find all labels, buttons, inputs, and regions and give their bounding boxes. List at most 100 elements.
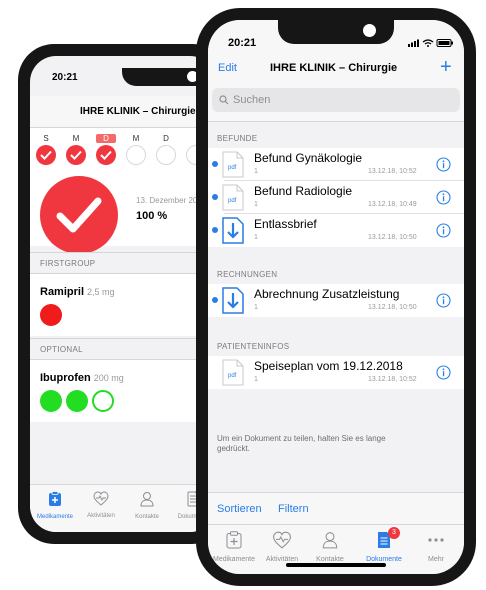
status-time: 20:21 xyxy=(228,37,257,49)
info-icon xyxy=(436,365,451,380)
document-row[interactable]: pdf Speiseplan vom 19.12.2018 1 13.12.18… xyxy=(208,356,464,389)
tab-label: Mehr xyxy=(428,556,444,563)
pill-open-green[interactable] xyxy=(92,390,114,412)
medication-name: Ibuprofen xyxy=(40,372,91,384)
document-count: 1 xyxy=(254,304,258,311)
tab-dokumente[interactable]: 3 Dokumente xyxy=(358,527,410,563)
search-input[interactable]: Suchen xyxy=(212,88,460,112)
document-title: Befund Gynäkologie xyxy=(254,151,363,165)
filter-button[interactable]: Filtern xyxy=(278,503,309,515)
document-date: 13.12.18, 10:52 xyxy=(368,376,417,383)
document-title: Befund Radiologie xyxy=(254,184,353,198)
tab-aktivitaeten[interactable]: Aktivitäten xyxy=(78,491,124,519)
document-title: Entlassbrief xyxy=(254,217,317,231)
camera-icon xyxy=(363,24,376,37)
nav-title: IHRE KLINIK – Chirurgie xyxy=(270,62,398,74)
section-header: RECHNUNGEN xyxy=(208,258,464,284)
document-title: Abrechnung Zusatzleistung xyxy=(254,287,400,301)
front-phone-screen: 20:21 Edit IHRE KLINIK – Chirurgie + Suc… xyxy=(208,20,464,574)
tab-label: Kontakte xyxy=(135,514,159,520)
document-date: 13.12.18, 10:52 xyxy=(368,168,417,175)
info-icon xyxy=(436,293,451,308)
tab-medikamente[interactable]: Medikamente xyxy=(208,531,260,563)
section-header: OPTIONAL xyxy=(30,338,216,360)
home-indicator[interactable] xyxy=(286,563,386,567)
tab-kontakte[interactable]: Kontakte xyxy=(304,531,356,563)
unread-dot-icon xyxy=(212,227,218,233)
more-icon xyxy=(428,538,444,542)
document-count: 1 xyxy=(254,234,258,241)
nav-title: IHRE KLINIK – Chirurgie xyxy=(80,106,196,117)
navigation-bar: Edit IHRE KLINIK – Chirurgie + xyxy=(208,56,464,84)
medication-icon xyxy=(49,491,61,506)
tab-label: Aktivitäten xyxy=(87,513,115,519)
medication-dose: 2,5 mg xyxy=(87,287,115,297)
unread-dot-icon xyxy=(212,161,218,167)
info-icon xyxy=(436,190,451,205)
person-icon xyxy=(140,492,154,507)
day-done-checkmark[interactable] xyxy=(96,145,116,165)
navigation-bar: IHRE KLINIK – Chirurgie xyxy=(30,96,216,128)
tab-mehr[interactable]: Mehr xyxy=(410,531,462,563)
pill-taken-red[interactable] xyxy=(40,304,62,326)
share-hint: Um ein Dokument zu teilen, halten Sie es… xyxy=(217,434,386,453)
tab-medikamente[interactable]: Medikamente xyxy=(32,491,78,520)
day-done-checkmark[interactable] xyxy=(66,145,86,165)
svg-text:pdf: pdf xyxy=(228,165,237,171)
edit-button[interactable]: Edit xyxy=(218,62,237,74)
medication-dose: 200 mg xyxy=(93,373,124,383)
document-row[interactable]: pdf Befund Radiologie 1 13.12.18, 10:49 xyxy=(208,181,464,214)
tab-bar: Medikamente Aktivitäten Kontakte Dokumen… xyxy=(30,484,216,532)
phone-notch xyxy=(278,20,394,44)
medication-icon xyxy=(226,531,242,549)
medication-name: Ramipril xyxy=(40,286,85,298)
document-date: 13.12.18, 10:50 xyxy=(368,304,417,311)
big-checkmark-icon xyxy=(40,176,118,254)
day-label: M xyxy=(132,134,140,143)
document-count: 1 xyxy=(254,201,258,208)
document-title: Speiseplan vom 19.12.2018 xyxy=(254,359,403,373)
tab-label: Medikamente xyxy=(212,556,256,563)
pill-taken-green[interactable] xyxy=(40,390,62,412)
medication-row[interactable]: Ibuprofen 200 mg xyxy=(30,360,216,422)
day-label: D xyxy=(163,134,169,143)
day-done-checkmark[interactable] xyxy=(36,145,56,165)
medication-row[interactable]: Ramipril 2,5 mg xyxy=(30,274,216,336)
pdf-file-icon: pdf xyxy=(222,184,244,211)
document-row[interactable]: Entlassbrief 1 13.12.18, 10:50 xyxy=(208,214,464,247)
tab-label: Medikamente xyxy=(36,514,74,520)
completion-percent: 100 % xyxy=(136,210,168,222)
section-title: BEFUNDE xyxy=(217,134,258,143)
pill-taken-green[interactable] xyxy=(66,390,88,412)
day-open-circle[interactable] xyxy=(126,145,146,165)
day-label: M xyxy=(72,134,80,143)
download-file-icon xyxy=(222,287,244,314)
day-open-circle[interactable] xyxy=(156,145,176,165)
document-date: 13.12.18, 10:49 xyxy=(368,201,417,208)
search-bar: Suchen xyxy=(208,84,464,122)
unread-dot-icon xyxy=(212,194,218,200)
section-header: BEFUNDE xyxy=(208,122,464,148)
document-count: 1 xyxy=(254,376,258,383)
day-label-active: D xyxy=(96,134,116,143)
section-title: RECHNUNGEN xyxy=(217,270,278,279)
heart-icon xyxy=(273,531,291,549)
heart-icon xyxy=(93,491,109,506)
pdf-file-icon: pdf xyxy=(222,151,244,178)
info-icon xyxy=(436,157,451,172)
unread-dot-icon xyxy=(212,297,218,303)
status-icons xyxy=(408,39,453,47)
tab-label: Aktivitäten xyxy=(265,556,299,563)
tab-aktivitaeten[interactable]: Aktivitäten xyxy=(256,531,308,563)
document-date: 13.12.18, 10:50 xyxy=(368,234,417,241)
add-icon[interactable]: + xyxy=(440,57,452,77)
status-time: 20:21 xyxy=(52,72,78,83)
document-row[interactable]: Abrechnung Zusatzleistung 1 13.12.18, 10… xyxy=(208,284,464,317)
tab-kontakte[interactable]: Kontakte xyxy=(124,491,170,520)
section-header: FIRSTGROUP xyxy=(30,252,216,274)
document-row[interactable]: pdf Befund Gynäkologie 1 13.12.18, 10:52 xyxy=(208,148,464,181)
sort-button[interactable]: Sortieren xyxy=(217,503,262,515)
back-phone-screen: 20:21 IHRE KLINIK – Chirurgie S M D M D … xyxy=(30,56,216,532)
search-icon xyxy=(219,95,229,105)
svg-text:pdf: pdf xyxy=(228,198,237,204)
